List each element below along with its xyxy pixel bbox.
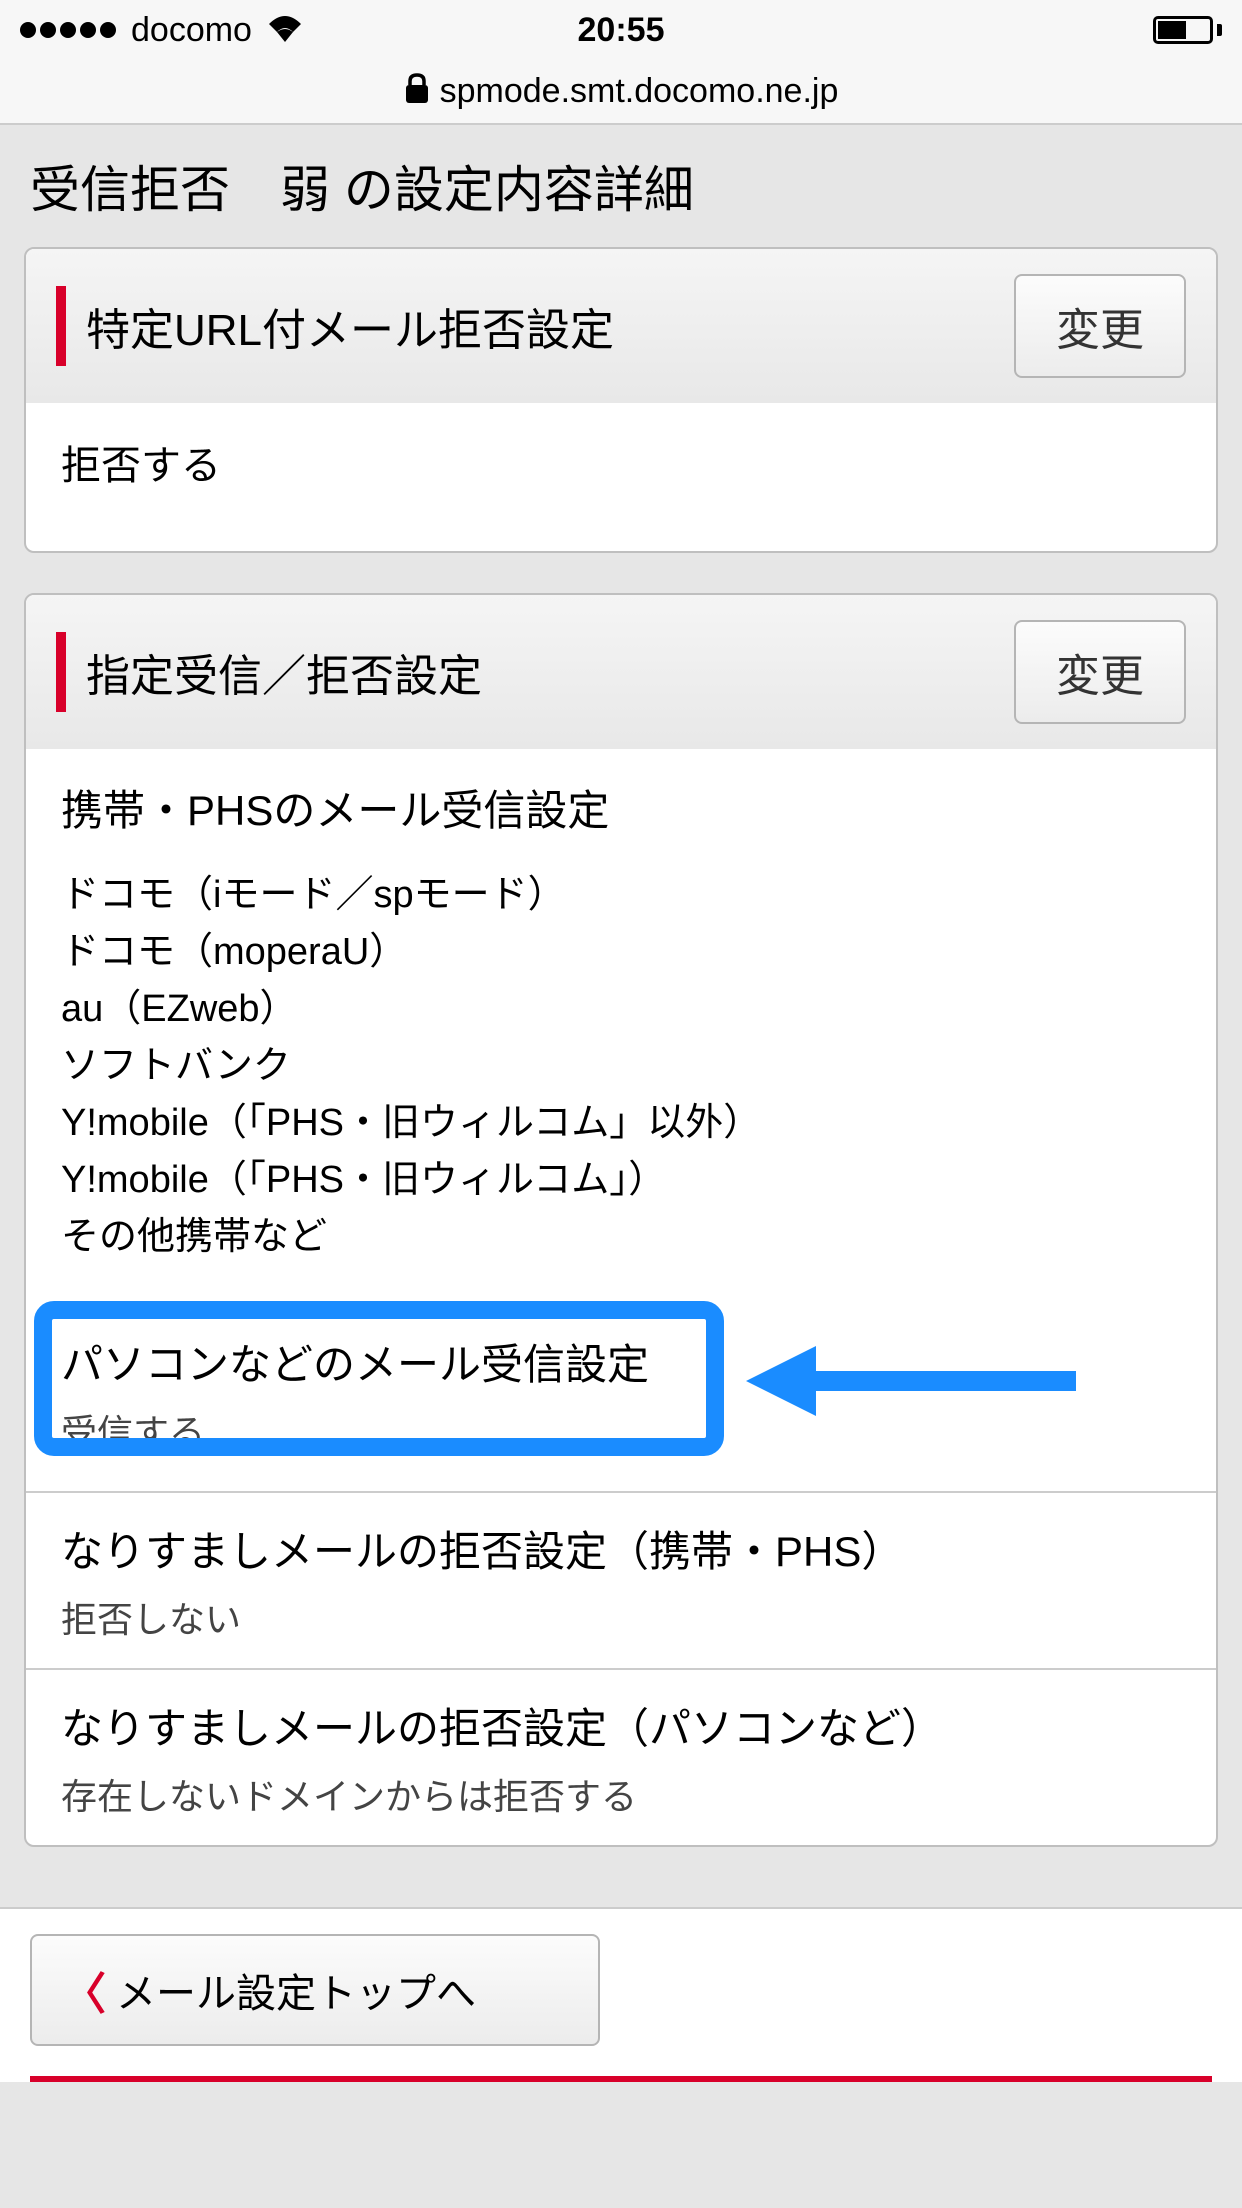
card-section-spoof-pc: なりすましメールの拒否設定（パソコンなど） 存在しないドメインからは拒否する	[26, 1668, 1216, 1845]
nav-label: メール設定トップへ	[116, 1961, 476, 2019]
status-time: 20:55	[578, 11, 665, 50]
card-title: 指定受信／拒否設定	[86, 640, 482, 704]
bottom-nav: 〈 メール設定トップへ	[0, 1907, 1242, 2082]
list-item: その他携帯など	[61, 1209, 1181, 1266]
accent-bar	[56, 632, 66, 712]
url-bar[interactable]: spmode.smt.docomo.ne.jp	[0, 60, 1242, 125]
signal-strength-icon	[20, 22, 116, 38]
card-header: 指定受信／拒否設定 変更	[26, 595, 1216, 749]
change-button[interactable]: 変更	[1014, 274, 1186, 378]
back-to-mail-settings-button[interactable]: 〈 メール設定トップへ	[30, 1934, 600, 2046]
section-title: なりすましメールの拒否設定（パソコンなど）	[61, 1695, 1181, 1756]
status-left: docomo	[20, 9, 303, 51]
list-item: ソフトバンク	[61, 1038, 1181, 1095]
card-section-mobile-phs: 携帯・PHSのメール受信設定 ドコモ（iモード／spモード） ドコモ（moper…	[26, 749, 1216, 1296]
list-item: Y!mobile（「PHS・旧ウィルコム」以外）	[61, 1095, 1181, 1152]
card-header: 特定URL付メール拒否設定 変更	[26, 249, 1216, 403]
list-item: ドコモ（moperaU）	[61, 924, 1181, 981]
status-bar: docomo 20:55	[0, 0, 1242, 60]
card-section-spoof-mobile: なりすましメールの拒否設定（携帯・PHS） 拒否しない	[26, 1491, 1216, 1668]
list-item: ドコモ（iモード／spモード）	[61, 867, 1181, 924]
list-item: Y!mobile（「PHS・旧ウィルコム」）	[61, 1152, 1181, 1209]
battery-icon	[1153, 16, 1222, 44]
footer-accent-line	[30, 2076, 1212, 2082]
lock-icon	[404, 73, 430, 110]
change-button[interactable]: 変更	[1014, 620, 1186, 724]
card-url-mail-reject: 特定URL付メール拒否設定 変更 拒否する	[24, 247, 1218, 553]
section-value: 拒否しない	[61, 1591, 1181, 1643]
card-section-pc-mail: パソコンなどのメール受信設定 受信する	[26, 1296, 1216, 1491]
setting-value: 拒否する	[61, 444, 221, 488]
wifi-icon	[267, 9, 303, 51]
carrier-label: docomo	[131, 11, 252, 50]
section-title: 携帯・PHSのメール受信設定	[61, 779, 1181, 842]
chevron-left-icon: 〈	[62, 1958, 106, 2022]
url-text: spmode.smt.docomo.ne.jp	[440, 72, 839, 111]
section-title: なりすましメールの拒否設定（携帯・PHS）	[61, 1518, 1181, 1579]
card-accept-reject-settings: 指定受信／拒否設定 変更 携帯・PHSのメール受信設定 ドコモ（iモード／spモ…	[24, 593, 1218, 1847]
section-value: 存在しないドメインからは拒否する	[61, 1768, 1181, 1820]
card-title: 特定URL付メール拒否設定	[86, 294, 614, 358]
list-item: au（EZweb）	[61, 981, 1181, 1038]
section-title: パソコンなどのメール受信設定	[61, 1331, 1181, 1392]
page-title: 受信拒否 弱 の設定内容詳細	[0, 125, 1242, 247]
accent-bar	[56, 286, 66, 366]
card-body: 拒否する	[26, 403, 1216, 551]
section-value: 受信する	[61, 1404, 1181, 1456]
